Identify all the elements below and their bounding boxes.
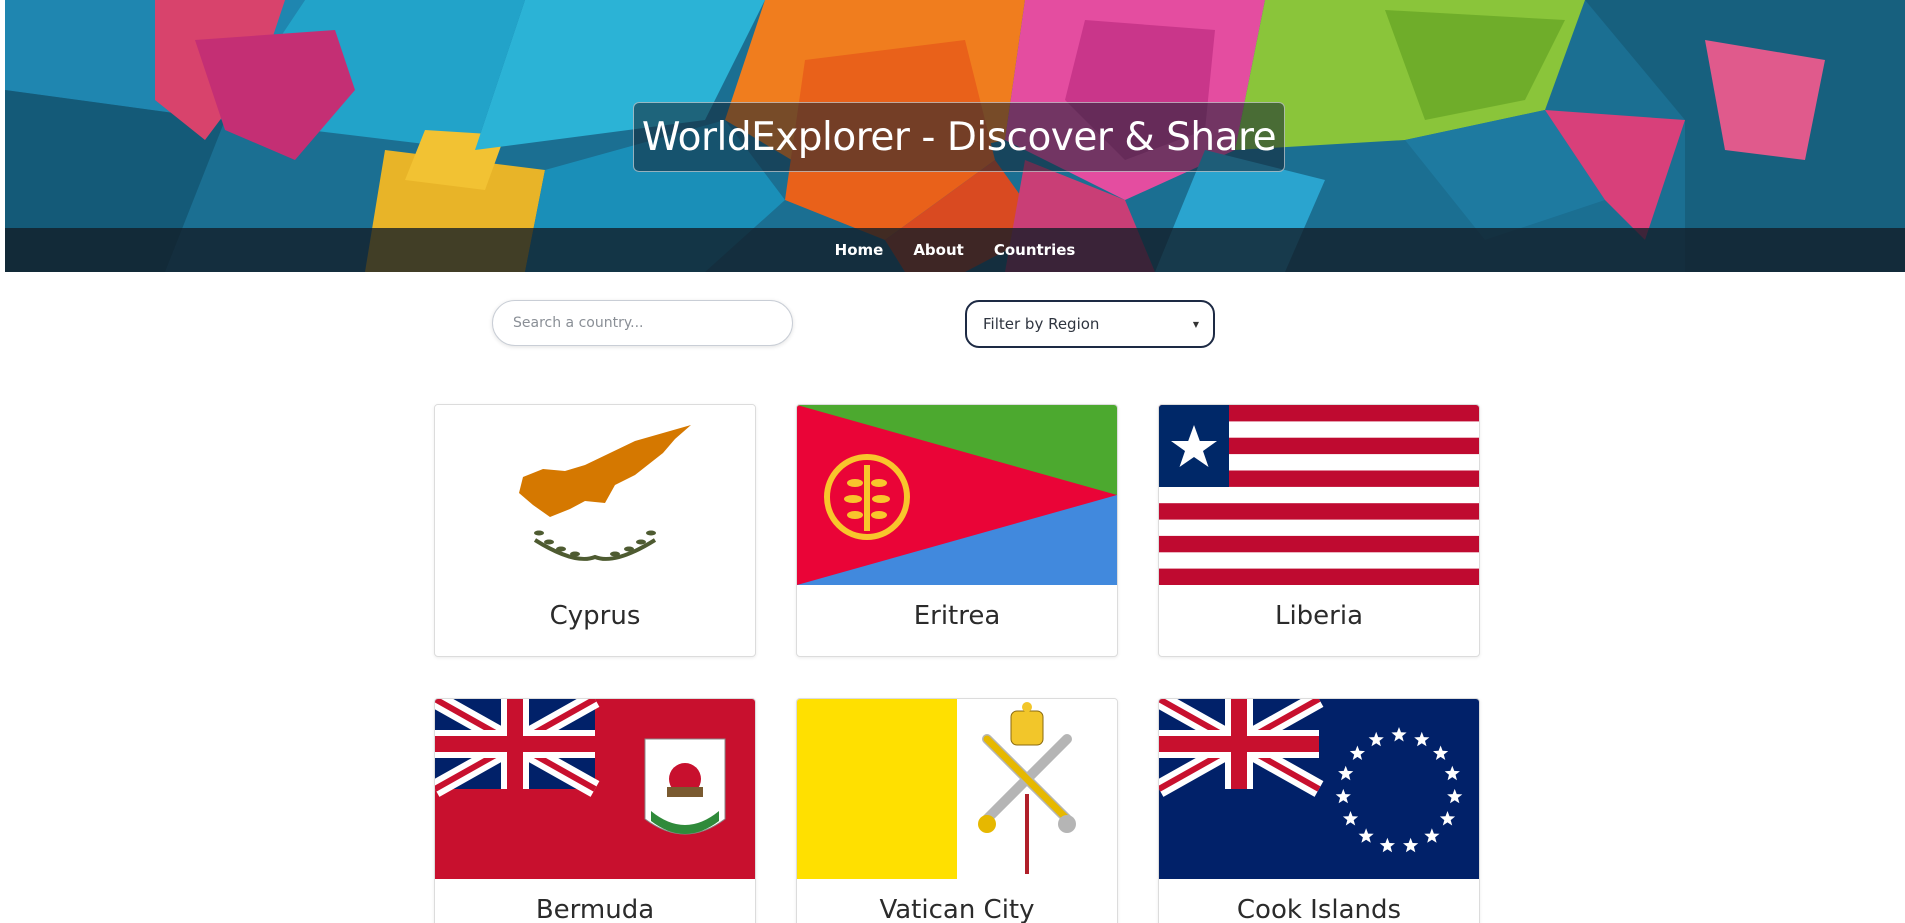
- nav-link-home[interactable]: Home: [835, 241, 884, 259]
- country-name: Eritrea: [913, 601, 1001, 631]
- country-card-cook-islands[interactable]: Cook Islands: [1158, 698, 1480, 923]
- country-card-liberia[interactable]: Liberia: [1158, 404, 1480, 657]
- caret-down-icon: ▼: [1192, 319, 1199, 329]
- hero-banner: WorldExplorer - Discover & Share Home Ab…: [5, 0, 1905, 272]
- liberia-flag: [1159, 405, 1479, 585]
- country-name: Cyprus: [549, 601, 641, 631]
- country-card-cyprus[interactable]: Cyprus: [434, 404, 756, 657]
- country-name: Vatican City: [879, 895, 1035, 923]
- page: WorldExplorer - Discover & Share Home Ab…: [0, 0, 1905, 923]
- vatican-city-flag: [797, 699, 1117, 879]
- main-nav: Home About Countries: [5, 228, 1905, 272]
- region-filter-label: Filter by Region: [983, 315, 1100, 333]
- country-card-vatican-city[interactable]: Vatican City: [796, 698, 1118, 923]
- country-name: Cook Islands: [1236, 895, 1402, 923]
- nav-link-about[interactable]: About: [913, 241, 964, 259]
- cook-islands-flag: [1159, 699, 1479, 879]
- eritrea-flag: [797, 405, 1117, 585]
- country-card-bermuda[interactable]: Bermuda: [434, 698, 756, 923]
- cyprus-flag: [435, 405, 755, 585]
- country-card-eritrea[interactable]: Eritrea: [796, 404, 1118, 657]
- country-name: Bermuda: [535, 895, 655, 923]
- page-title: WorldExplorer - Discover & Share: [633, 102, 1285, 172]
- search-input[interactable]: [492, 300, 793, 346]
- bermuda-flag: [435, 699, 755, 879]
- region-filter-select[interactable]: Filter by Region ▼: [965, 300, 1215, 348]
- nav-link-countries[interactable]: Countries: [994, 241, 1075, 259]
- country-name: Liberia: [1274, 601, 1364, 631]
